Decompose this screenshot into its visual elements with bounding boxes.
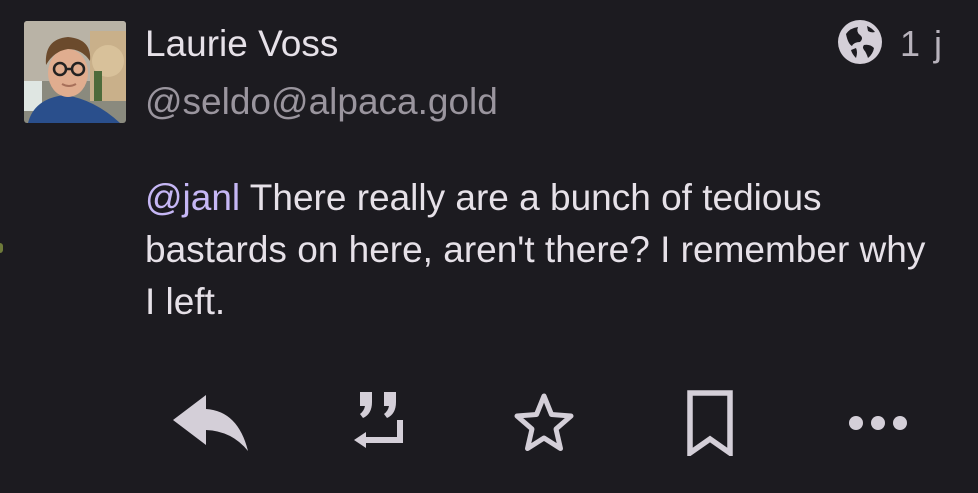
action-bar (0, 389, 978, 461)
post-meta: 1 j (836, 18, 944, 71)
author-display-name[interactable]: Laurie Voss (145, 23, 338, 65)
scroll-indicator (0, 243, 3, 253)
more-icon (846, 413, 910, 438)
post-text: There really are a bunch of tedious bast… (145, 177, 926, 322)
status-post[interactable]: Laurie Voss @seldo@alpaca.gold 1 j @janl… (0, 0, 978, 493)
bookmark-button[interactable] (674, 389, 746, 461)
reply-button[interactable] (168, 390, 252, 460)
post-timestamp[interactable]: 1 j (900, 23, 944, 65)
post-content: @janl There really are a bunch of tediou… (145, 172, 945, 328)
avatar[interactable] (24, 21, 126, 123)
more-button[interactable] (838, 390, 918, 460)
globe-icon (836, 18, 884, 71)
boost-icon (348, 390, 408, 461)
boost-button[interactable] (342, 390, 414, 460)
star-icon (512, 392, 576, 459)
author-handle[interactable]: @seldo@alpaca.gold (145, 81, 498, 123)
favourite-button[interactable] (508, 390, 580, 460)
reply-icon (170, 393, 250, 458)
mention-link[interactable]: @janl (145, 177, 240, 218)
bookmark-icon (682, 389, 738, 461)
